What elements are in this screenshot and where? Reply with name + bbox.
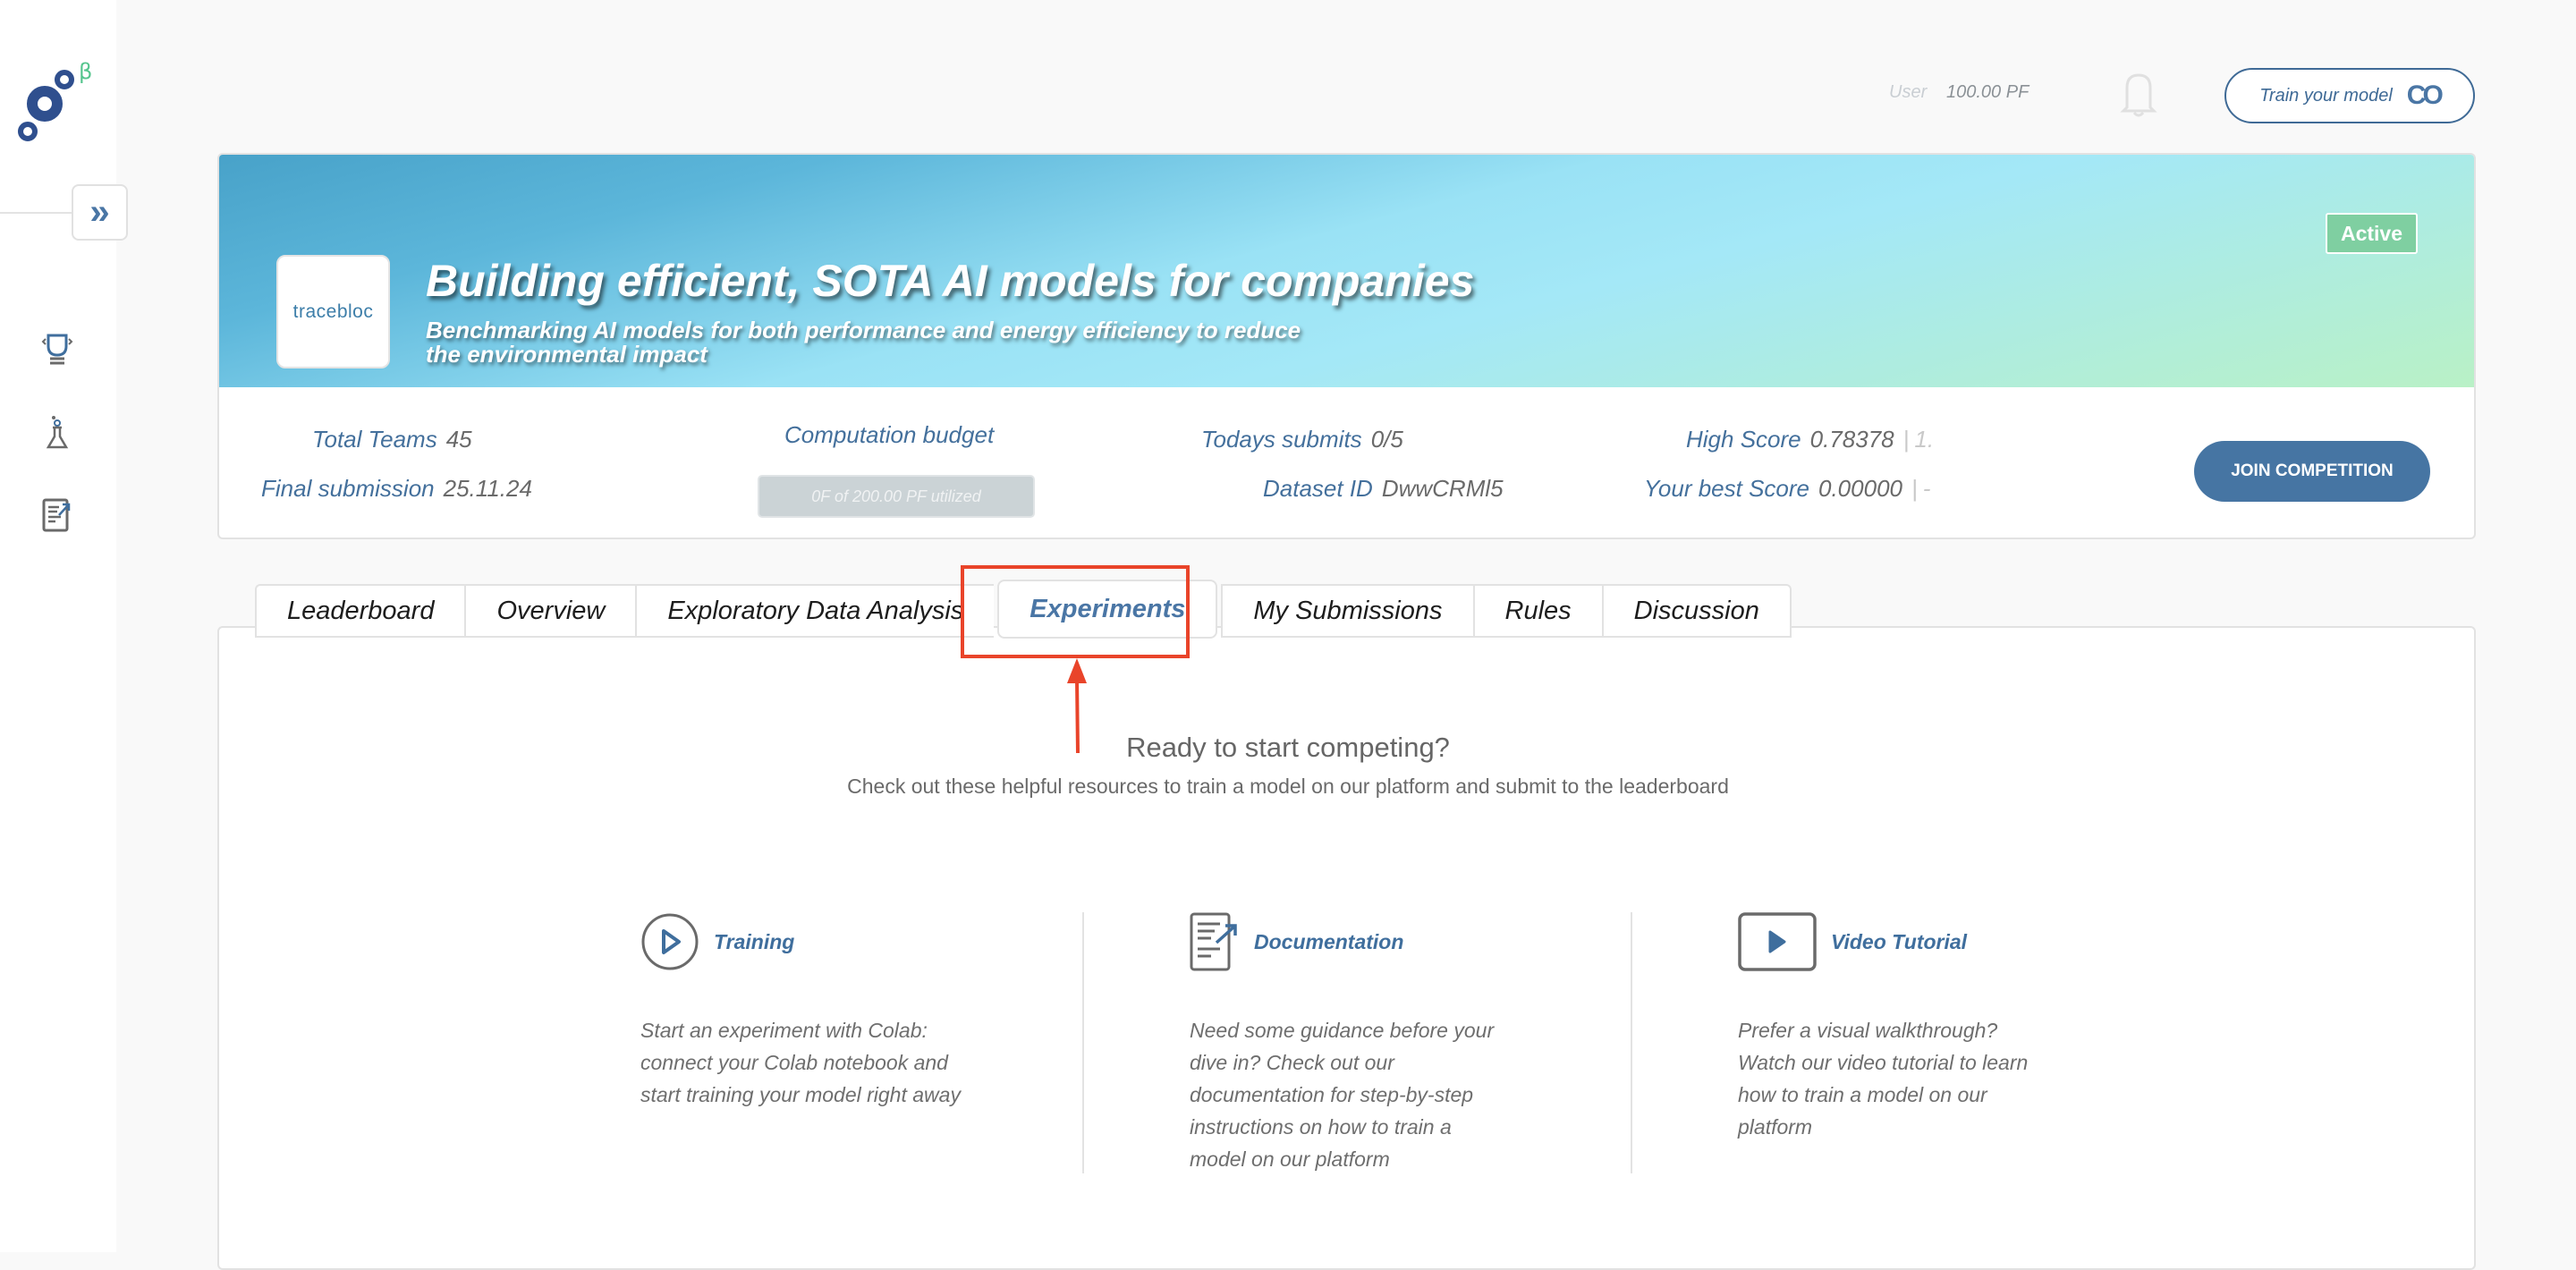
resource-documentation: Documentation Need some guidance before … <box>1190 912 1690 1175</box>
computation-budget-label: Computation budget <box>784 421 995 448</box>
tab-my-submissions[interactable]: My Submissions <box>1221 584 1473 638</box>
experiments-subheading: Check out these helpful resources to tra… <box>847 775 1729 798</box>
tab-overview[interactable]: Overview <box>464 584 636 638</box>
colab-icon: CO <box>2406 80 2444 110</box>
double-chevron-right-icon: » <box>89 192 110 232</box>
total-teams-stat: Total Teams 45 <box>312 426 472 453</box>
resource-description: Prefer a visual walkthrough? Watch our v… <box>1738 1019 2029 1139</box>
video-play-icon <box>1738 912 1817 971</box>
resource-name: Training <box>714 929 795 953</box>
computation-budget-bar: 0F of 200.00 PF utilized <box>758 475 1035 518</box>
app-logo[interactable]: β <box>16 59 106 148</box>
sidebar-item-experiments[interactable] <box>36 411 79 454</box>
beta-label: β <box>79 59 92 84</box>
tab-exploratory-data-analysis[interactable]: Exploratory Data Analysis <box>635 584 995 638</box>
bell-icon <box>2120 73 2157 117</box>
tab-experiments[interactable]: Experiments <box>997 580 1218 639</box>
resource-video-tutorial: Video Tutorial Prefer a visual walkthrou… <box>1738 912 2239 1143</box>
sidebar-item-documentation[interactable] <box>36 494 79 537</box>
credits-balance: 100.00 PF <box>1946 82 2029 102</box>
resource-description: Start an experiment with Colab: connect … <box>640 1019 961 1106</box>
competition-title: Building efficient, SOTA AI models for c… <box>426 256 1475 306</box>
flask-icon <box>46 416 69 449</box>
video-tutorial-link[interactable]: Video Tutorial <box>1738 912 2239 971</box>
your-best-score-stat: Your best Score 0.00000 | - <box>1644 475 1931 502</box>
play-circle-icon <box>641 913 699 970</box>
resource-name: Documentation <box>1254 929 1404 953</box>
training-link[interactable]: Training <box>640 912 1141 971</box>
competition-header-card: tracebloc Building efficient, SOTA AI mo… <box>217 153 2476 539</box>
join-competition-button[interactable]: JOIN COMPETITION <box>2194 441 2430 502</box>
trophy-icon <box>41 334 73 365</box>
todays-submits-stat: Todays submits 0/5 <box>1201 426 1403 453</box>
sidebar: β » <box>0 0 128 1252</box>
competition-tabs: Leaderboard Overview Exploratory Data An… <box>255 580 1792 639</box>
notifications-button[interactable] <box>2120 72 2157 118</box>
status-badge: Active <box>2326 213 2418 254</box>
train-button-label: Train your model <box>2259 85 2393 106</box>
company-logo: tracebloc <box>276 255 390 368</box>
user-label: User <box>1889 82 1928 102</box>
high-score-stat: High Score 0.78378 | 1. <box>1686 426 1935 453</box>
sidebar-item-competitions[interactable] <box>36 326 79 369</box>
competition-banner: tracebloc Building efficient, SOTA AI mo… <box>219 155 2474 387</box>
experiments-heading: Ready to start competing? <box>1126 732 1450 763</box>
tab-discussion[interactable]: Discussion <box>1601 584 1792 638</box>
edit-document-icon <box>42 498 71 532</box>
dataset-id-stat: Dataset ID DwwCRMl5 <box>1263 475 1504 502</box>
documentation-link[interactable]: Documentation <box>1190 912 1690 971</box>
expand-sidebar-button[interactable]: » <box>72 184 128 241</box>
resource-description: Need some guidance before your dive in? … <box>1190 1019 1495 1171</box>
column-divider <box>1082 912 1084 1173</box>
document-edit-icon <box>1190 912 1237 971</box>
column-divider <box>1631 912 1632 1173</box>
logo-large-circle <box>27 86 63 122</box>
resource-name: Video Tutorial <box>1831 929 1968 953</box>
resource-training: Training Start an experiment with Colab:… <box>640 912 1141 1111</box>
final-submission-stat: Final submission 25.11.24 <box>261 475 532 502</box>
tab-leaderboard[interactable]: Leaderboard <box>255 584 465 638</box>
train-your-model-button[interactable]: Train your model CO <box>2224 68 2475 123</box>
tab-rules[interactable]: Rules <box>1472 584 1602 638</box>
sidebar-divider <box>0 212 73 214</box>
competition-subtitle: Benchmarking AI models for both performa… <box>426 317 1301 368</box>
